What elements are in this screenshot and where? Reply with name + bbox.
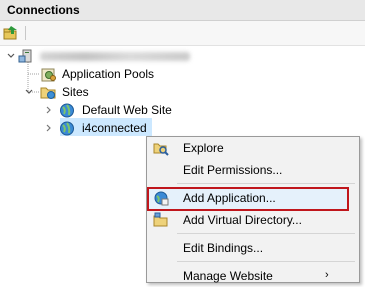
menu-item-edit-bindings[interactable]: Edit Bindings... <box>147 237 357 259</box>
tree-node-server[interactable] <box>4 48 254 66</box>
menu-item-add-virtual-directory[interactable]: Add Virtual Directory... <box>147 209 357 231</box>
add-virtual-directory-icon <box>153 212 168 227</box>
menu-item-edit-permissions[interactable]: Edit Permissions... <box>147 159 357 181</box>
context-menu: Explore Edit Permissions... Add Applicat… <box>146 136 360 283</box>
menu-item-add-application[interactable]: Add Application... <box>147 187 357 211</box>
submenu-arrow-icon: › <box>325 269 329 281</box>
tree-label-application-pools: Application Pools <box>62 67 155 81</box>
menu-label: Edit Bindings... <box>183 241 264 255</box>
globe-icon <box>60 103 74 118</box>
tree-node-sites[interactable]: Sites <box>24 84 184 102</box>
menu-label: Add Application... <box>183 191 276 205</box>
chevron-right-icon[interactable] <box>44 120 54 136</box>
menu-separator <box>177 183 355 184</box>
tree-label-default-web-site: Default Web Site <box>82 103 172 117</box>
chevron-down-icon[interactable] <box>6 48 16 64</box>
menu-label: Edit Permissions... <box>183 163 283 177</box>
application-pools-icon <box>41 68 56 82</box>
menu-item-explore[interactable]: Explore <box>147 137 357 159</box>
add-application-icon <box>154 191 169 206</box>
explore-icon <box>153 143 169 156</box>
menu-separator <box>177 261 355 262</box>
menu-item-manage-website[interactable]: Manage Website › <box>147 265 357 287</box>
server-name-redacted <box>40 52 190 61</box>
menu-label: Manage Website <box>183 269 273 283</box>
menu-separator <box>177 233 355 234</box>
globe-icon <box>60 121 74 136</box>
tree-label-i4connected: i4connected <box>82 121 147 135</box>
tree-label-sites: Sites <box>62 85 89 99</box>
chevron-down-icon[interactable] <box>24 84 34 100</box>
chevron-right-icon[interactable] <box>44 102 54 118</box>
server-icon <box>18 49 32 63</box>
sites-folder-icon <box>40 87 56 99</box>
menu-label: Add Virtual Directory... <box>183 213 302 227</box>
tree-node-application-pools[interactable]: Application Pools <box>40 66 200 84</box>
menu-label: Explore <box>183 141 224 155</box>
